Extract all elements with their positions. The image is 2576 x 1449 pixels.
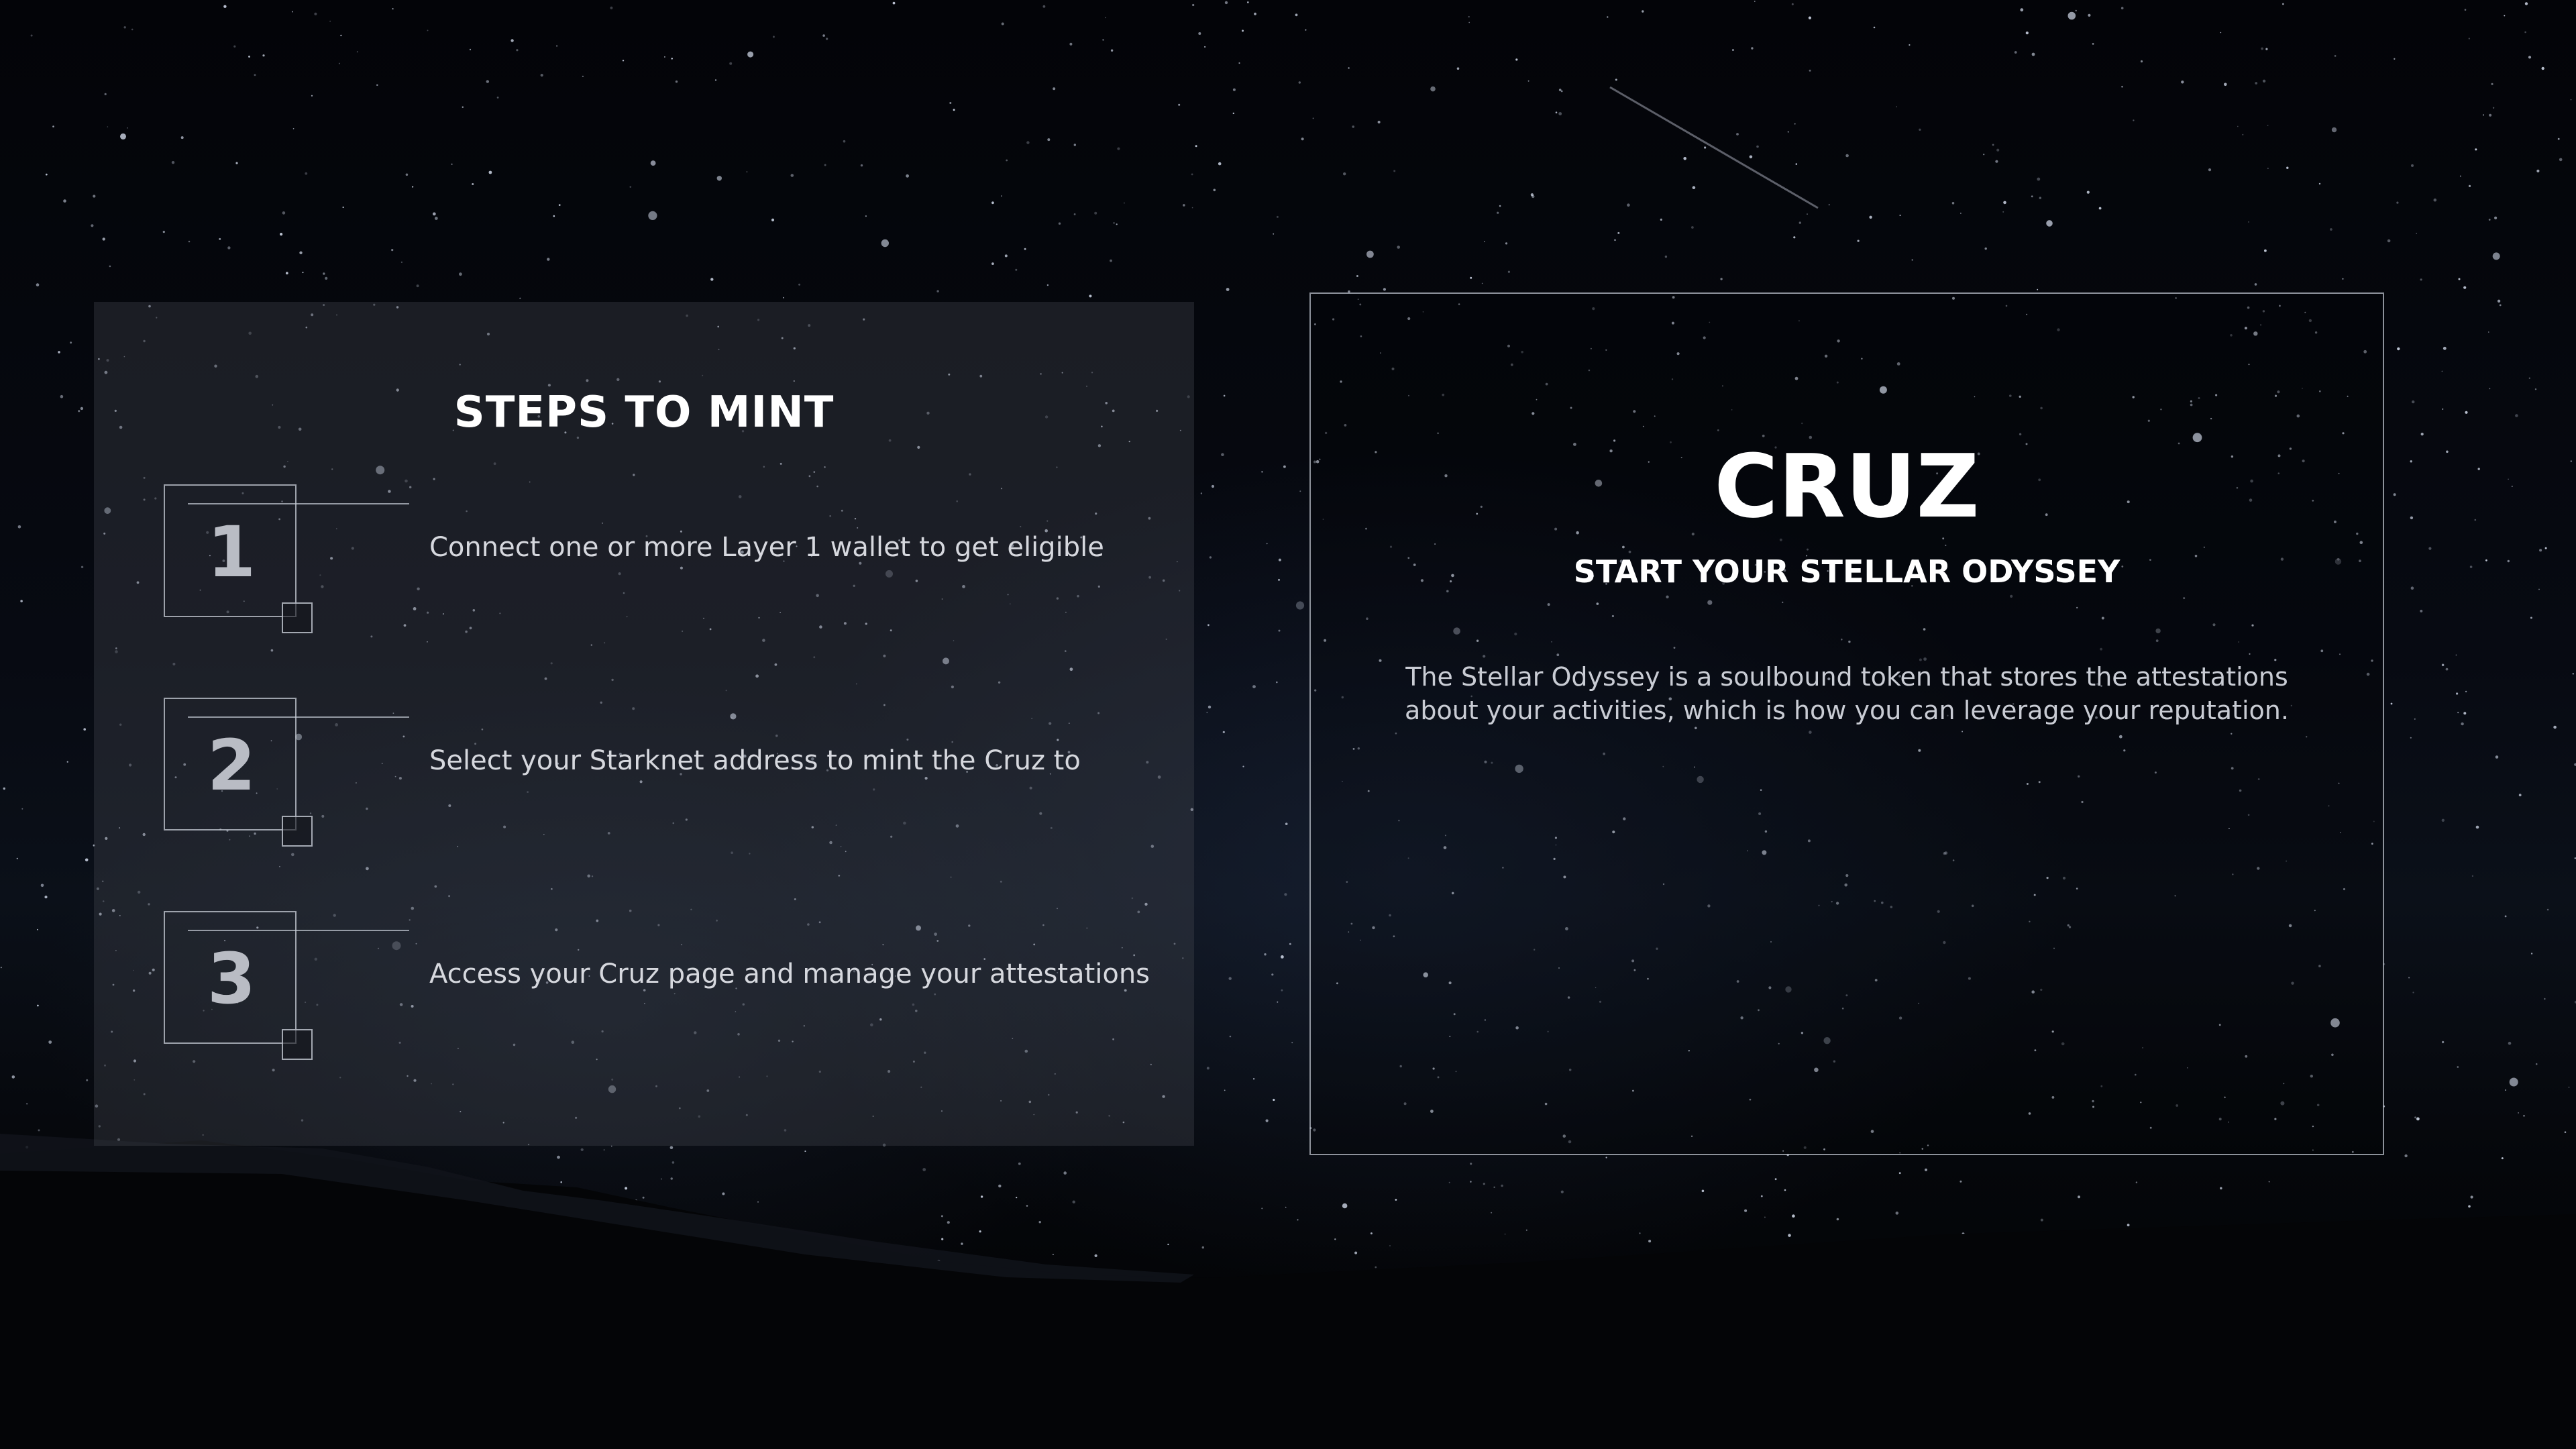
cruz-title: CRUZ: [1714, 435, 1980, 537]
step-text: Select your Starknet address to mint the…: [429, 745, 1081, 776]
steps-to-mint-panel: STEPS TO MINT 1 Connect one or more Laye…: [94, 302, 1194, 1146]
cruz-info-panel: CRUZ START YOUR STELLAR ODYSSEY The Stel…: [1309, 292, 2384, 1155]
step-text: Access your Cruz page and manage your at…: [429, 959, 1150, 989]
starry-background: STEPS TO MINT 1 Connect one or more Laye…: [0, 0, 2576, 1449]
step-item-1: 1 Connect one or more Layer 1 wallet to …: [164, 484, 1170, 633]
step-decor-line: [188, 716, 409, 718]
step-decor-line: [188, 503, 409, 504]
cruz-description: The Stellar Odyssey is a soulbound token…: [1405, 662, 2289, 725]
step-number: 3: [207, 938, 256, 1020]
step-item-3: 3 Access your Cruz page and manage your …: [164, 911, 1170, 1060]
step-text: Connect one or more Layer 1 wallet to ge…: [429, 532, 1104, 563]
step-decor-line: [188, 930, 409, 931]
steps-title: STEPS TO MINT: [453, 388, 835, 437]
step-decor-square: [282, 816, 313, 847]
step-number: 2: [207, 724, 256, 806]
shooting-star: [1609, 86, 1819, 209]
cruz-subtitle: START YOUR STELLAR ODYSSEY: [1573, 553, 2121, 590]
step-decor-square: [282, 1029, 313, 1060]
step-decor-square: [282, 602, 313, 633]
step-number: 1: [207, 511, 256, 593]
step-item-2: 2 Select your Starknet address to mint t…: [164, 698, 1170, 847]
